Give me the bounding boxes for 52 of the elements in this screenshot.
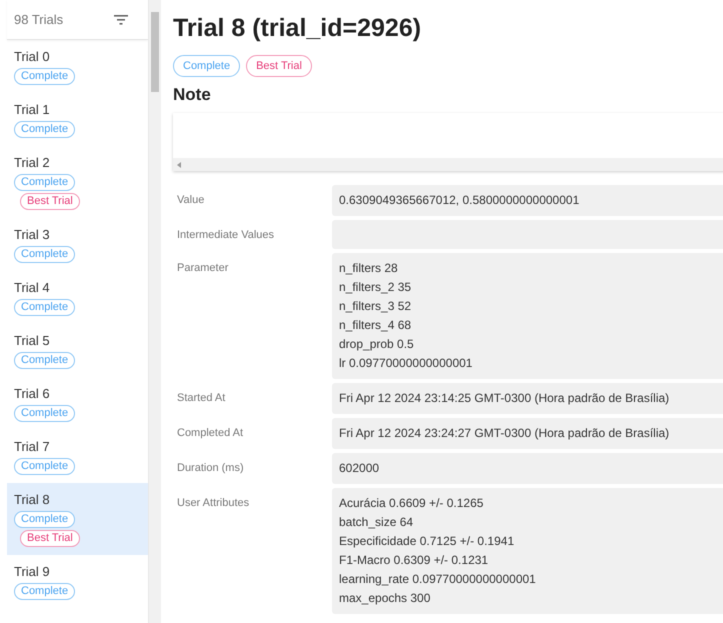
trial-list-item[interactable]: Trial 5 Complete — [7, 324, 148, 377]
status-badge: Complete — [14, 511, 76, 528]
note-heading: Note — [173, 85, 212, 105]
trial-title: Trial 4 — [14, 280, 50, 295]
status-badge: Complete — [14, 174, 76, 191]
field-value: 602000 — [332, 453, 723, 484]
status-badge: Complete — [14, 352, 76, 369]
filter-icon[interactable] — [114, 14, 128, 24]
trial-title: Trial 7 — [14, 439, 50, 454]
field-value: Fri Apr 12 2024 23:14:25 GMT-0300 (Hora padrão de Brasília) — [332, 383, 723, 414]
field-value: n_filters 28 n_filters_2 35 n_filters_3 52 n_filters_4 68 drop_prob 0.5 lr 0.09770000000000001 — [332, 253, 723, 379]
field-label: Started At — [176, 391, 226, 406]
status-badge: Complete — [14, 299, 76, 316]
trial-list-item[interactable]: Trial 6 Complete — [7, 377, 148, 430]
trial-title: Trial 2 — [14, 155, 50, 170]
trial-list-item[interactable]: Trial 7 Complete — [7, 430, 148, 483]
status-badge: Complete — [14, 246, 76, 263]
trial-list-item[interactable]: Trial 9 Complete — [7, 555, 148, 608]
trial-heading: Trial 8 (trial_id=2926) — [173, 14, 422, 43]
trial-title: Trial 1 — [14, 102, 50, 117]
status-badge: Complete — [14, 121, 76, 138]
trial-list-item[interactable]: Trial 0 Complete — [7, 40, 148, 93]
best-trial-badge: Best Trial — [20, 530, 80, 547]
trial-title: Trial 6 — [14, 386, 50, 401]
field-label: User Attributes — [176, 496, 250, 511]
trial-list-item[interactable]: Trial 3 Complete — [7, 218, 148, 271]
trial-list-item[interactable]: Trial 1 Complete — [7, 93, 148, 146]
field-label: Value — [176, 193, 206, 208]
trial-title: Trial 8 — [14, 492, 50, 507]
trial-title: Trial 0 — [14, 49, 50, 64]
trial-title: Trial 3 — [14, 227, 50, 242]
status-badge: Complete — [14, 405, 76, 422]
best-trial-badge: Best Trial — [246, 55, 312, 77]
status-badge: Complete — [14, 458, 76, 475]
field-value: Acurácia 0.6609 +/- 0.1265 batch_size 64 Especificidade 0.7125 +/- 0.1941 F1-Macro 0.6309 +/- 0.1231 learning_rate 0.09770000000000001 max_epochs 300 — [332, 488, 723, 614]
field-label: Duration (ms) — [176, 461, 245, 476]
status-badge: Complete — [173, 55, 240, 77]
trial-list-item[interactable]: Trial 2 Complete Best Trial — [7, 146, 148, 218]
field-value: Fri Apr 12 2024 23:24:27 GMT-0300 (Hora padrão de Brasília) — [332, 418, 723, 449]
field-label: Parameter — [176, 261, 230, 276]
field-value: 0.6309049365667012, 0.5800000000000001 — [332, 185, 723, 216]
trial-title: Trial 9 — [14, 564, 50, 579]
trial-title: Trial 5 — [14, 333, 50, 348]
left-arrow-icon[interactable] — [177, 162, 182, 168]
trial-list-item[interactable]: Trial 8 Complete Best Trial — [7, 483, 148, 555]
field-label: Intermediate Values — [176, 228, 276, 243]
field-label: Completed At — [176, 426, 244, 441]
trial-list-item[interactable]: Trial 4 Complete — [7, 271, 148, 324]
trial-count: 98 Trials — [14, 12, 64, 27]
status-badge: Complete — [14, 583, 76, 600]
status-badge: Complete — [14, 68, 76, 85]
best-trial-badge: Best Trial — [20, 193, 80, 210]
